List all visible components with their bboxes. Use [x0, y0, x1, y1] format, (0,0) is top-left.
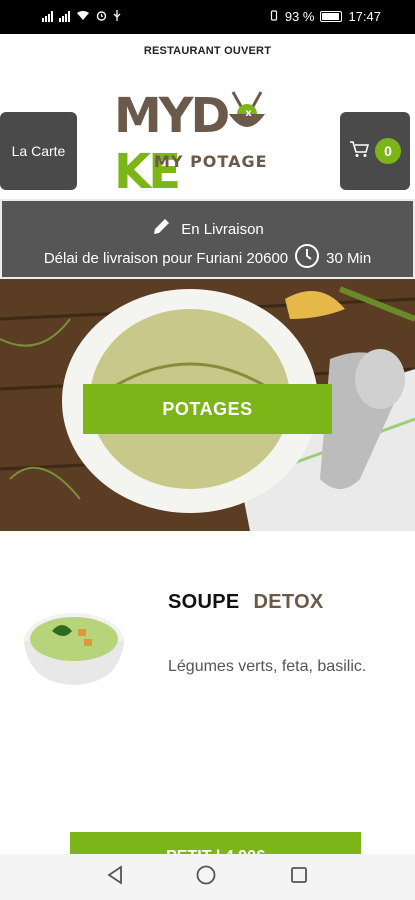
delivery-delay-text: Délai de livraison pour Furiani 20600: [43, 249, 289, 267]
product-title: SOUPE DETOX: [168, 591, 324, 614]
cart-count-badge: 0: [375, 138, 401, 164]
system-nav-bar: [0, 854, 415, 900]
restaurant-status: RESTAURANT OUVERT: [143, 45, 272, 57]
menu-button[interactable]: La Carte: [0, 112, 77, 190]
category-hero-banner[interactable]: POTAGES: [0, 279, 415, 531]
recents-square-icon[interactable]: [289, 865, 309, 890]
vibrate-icon: [269, 9, 279, 24]
usb-icon: [113, 9, 121, 24]
status-bar: 93 % 17:47: [0, 0, 415, 34]
cart-icon: [349, 140, 370, 163]
product-title-word1: SOUPE: [168, 591, 240, 613]
potages-category-button[interactable]: POTAGES: [83, 384, 332, 434]
delivery-delay: Délai de livraison pour Furiani 20600 30…: [2, 243, 413, 273]
battery-percent: 93 %: [284, 9, 315, 24]
logo-subtitle: MY POTAGE: [154, 152, 268, 171]
product-title-word2: DETOX: [253, 591, 324, 613]
battery-icon: [320, 11, 343, 22]
pencil-icon[interactable]: [151, 217, 171, 241]
cart-button[interactable]: 0: [340, 112, 410, 190]
menu-button-label: La Carte: [11, 143, 66, 159]
signal-2-icon: [59, 11, 70, 22]
product-description: Légumes verts, feta, basilic.: [168, 658, 367, 675]
signal-icon: [42, 11, 53, 22]
wifi-icon: [76, 9, 90, 24]
alarm-icon: [96, 9, 107, 24]
soup-bowl-image: [24, 613, 124, 685]
delivery-info-bar[interactable]: En Livraison Délai de livraison pour Fur…: [0, 199, 415, 279]
delivery-duration: 30 Min: [326, 249, 372, 267]
back-triangle-icon[interactable]: [106, 864, 124, 890]
product-card[interactable]: SOUPE DETOX Légumes verts, feta, basilic.: [0, 531, 415, 831]
site-header: RESTAURANT OUVERT La Carte MYD x KE MY P…: [0, 34, 415, 200]
bowl-icon: x: [227, 90, 267, 130]
clock-time: 17:47: [348, 9, 381, 24]
status-icons-right: 93 % 17:47: [269, 9, 381, 24]
clock-icon: [294, 243, 320, 273]
brand-logo[interactable]: MYD x KE MY POTAGE: [114, 78, 304, 200]
logo-wordmark: MYD x KE: [114, 88, 304, 200]
delivery-mode: En Livraison: [2, 217, 413, 241]
status-icons-left: [42, 9, 121, 24]
home-circle-icon[interactable]: [195, 864, 217, 891]
